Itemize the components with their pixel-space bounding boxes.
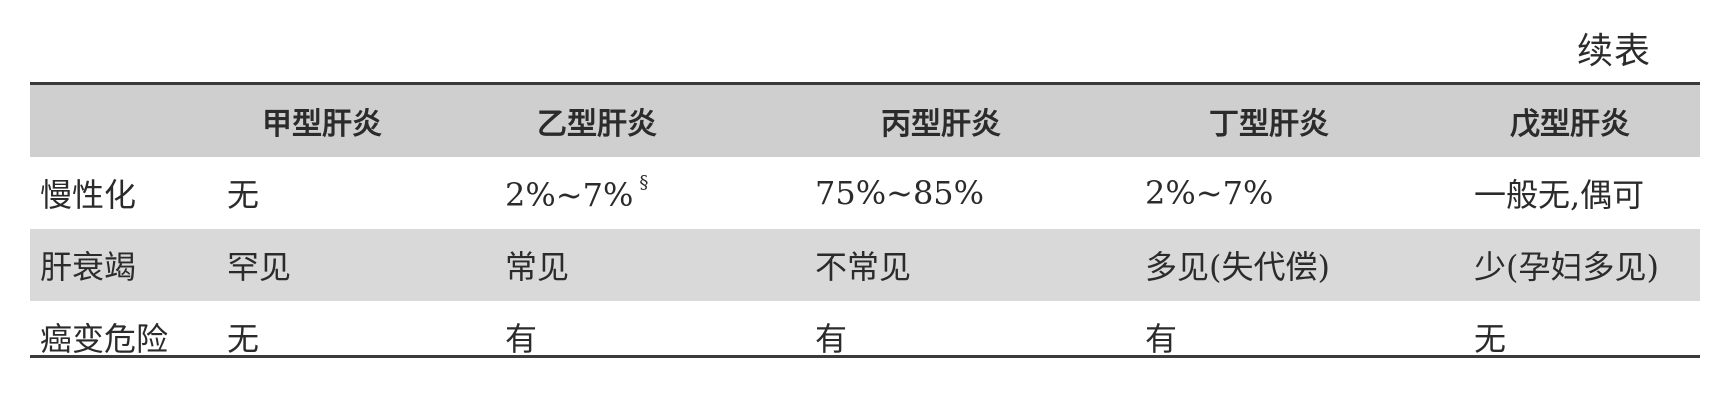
header-cell-hepatitis-b: 乙型肝炎	[537, 107, 657, 142]
table-row: 癌变危险 无 有 有 有 无	[30, 301, 1700, 373]
table-row: 慢性化 无 2%~7% § 75%~85% 2%~7% 一般无,偶可	[30, 157, 1700, 229]
table-cell: 多见(失代偿)	[1145, 248, 1330, 286]
header-cell-hepatitis-e: 戊型肝炎	[1510, 107, 1630, 142]
table-cell: 无	[227, 320, 260, 358]
table-cell: 罕见	[227, 248, 292, 286]
table-cell: 不常见	[815, 248, 912, 286]
row-label: 慢性化	[40, 176, 137, 214]
bottom-rule	[30, 355, 1700, 358]
continued-label: 续表	[1576, 31, 1651, 72]
table-row: 肝衰竭 罕见 常见 不常见 多见(失代偿) 少(孕妇多见)	[30, 229, 1700, 301]
table-cell-text: 2%~7%	[505, 176, 634, 214]
table-cell: 有	[815, 320, 848, 358]
header-cell-hepatitis-a: 甲型肝炎	[262, 107, 382, 142]
table-cell: 常见	[505, 248, 570, 286]
footnote-mark: §	[639, 172, 649, 193]
hepatitis-comparison-table: 甲型肝炎 乙型肝炎 丙型肝炎 丁型肝炎 戊型肝炎 慢性化 无 2%~7% § 75…	[30, 82, 1700, 373]
table-cell: 一般无,偶可	[1474, 176, 1645, 214]
header-cell-hepatitis-c: 丙型肝炎	[881, 107, 1001, 142]
row-label: 肝衰竭	[40, 248, 137, 286]
table-cell: 无	[227, 176, 260, 214]
table-cell: 无	[1474, 320, 1507, 358]
table-cell: 2%~7%	[1145, 174, 1274, 212]
table-cell: 有	[505, 320, 538, 358]
row-label: 癌变危险	[40, 320, 169, 358]
table-cell: 2%~7% §	[505, 172, 815, 214]
table-cell: 75%~85%	[815, 174, 985, 212]
table-header-row: 甲型肝炎 乙型肝炎 丙型肝炎 丁型肝炎 戊型肝炎	[30, 85, 1700, 157]
table-cell: 有	[1145, 320, 1178, 358]
header-cell-hepatitis-d: 丁型肝炎	[1209, 107, 1329, 142]
table-cell: 少(孕妇多见)	[1474, 248, 1659, 286]
